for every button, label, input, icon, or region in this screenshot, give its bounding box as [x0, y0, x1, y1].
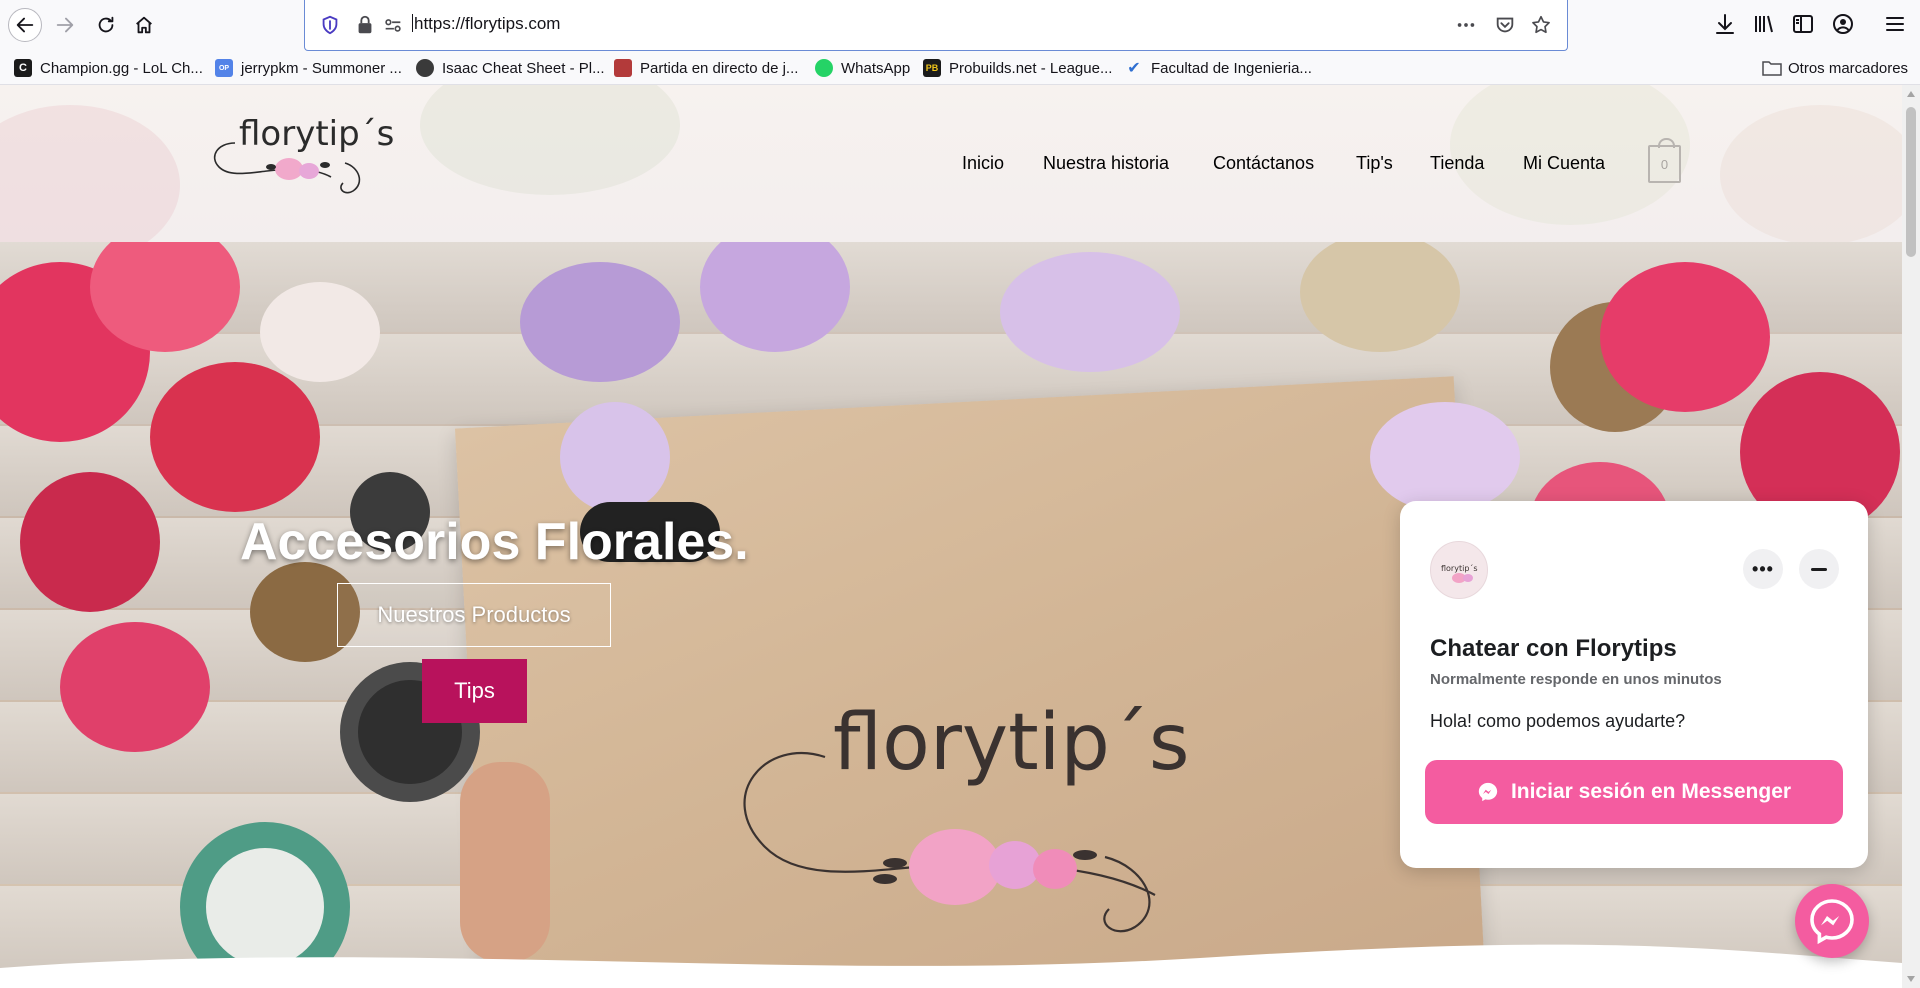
- tulip-decoration: [1000, 252, 1180, 372]
- other-bookmarks[interactable]: Otros marcadores: [1762, 57, 1908, 79]
- header-flower-decoration: [0, 105, 180, 242]
- pocket-icon[interactable]: [1494, 14, 1516, 36]
- download-icon[interactable]: [1713, 12, 1739, 38]
- reload-icon: [98, 16, 114, 33]
- reload-button[interactable]: [89, 8, 123, 42]
- site-logo[interactable]: florytip´s: [205, 101, 395, 211]
- svg-text:florytip´s: florytip´s: [833, 698, 1189, 788]
- more-dots-icon: •••: [1752, 558, 1774, 579]
- messenger-login-label: Iniciar sesión en Messenger: [1510, 780, 1792, 803]
- chat-title: Chatear con Florytips: [1430, 635, 1677, 662]
- tulip-decoration: [520, 262, 680, 382]
- page-scrollbar[interactable]: [1902, 85, 1920, 988]
- nav-inicio[interactable]: Inicio: [962, 153, 1004, 174]
- bookmark-label: Isaac Cheat Sheet - Pl...: [442, 59, 605, 77]
- header-leaf-decoration: [420, 85, 680, 195]
- products-button[interactable]: Nuestros Productos: [337, 583, 611, 647]
- nav-nuestra-historia[interactable]: Nuestra historia: [1043, 153, 1169, 174]
- chat-subtitle: Normalmente responde en unos minutos: [1430, 671, 1722, 688]
- nav-contactanos[interactable]: Contáctanos: [1213, 153, 1314, 174]
- permissions-icon[interactable]: [382, 14, 404, 36]
- bookmark-item[interactable]: Partida en directo de j...: [614, 57, 798, 79]
- cart-count: 0: [1660, 156, 1669, 172]
- bookmarks-bar: C Champion.gg - LoL Ch... OP jerrypkm - …: [0, 51, 1920, 85]
- url-bar[interactable]: https://florytips.com: [304, 0, 1568, 51]
- bookmark-label: jerrypkm - Summoner ...: [241, 59, 402, 77]
- tulip-decoration: [150, 362, 320, 512]
- library-icon[interactable]: [1752, 12, 1778, 38]
- bookmark-item[interactable]: Isaac Cheat Sheet - Pl...: [416, 57, 605, 79]
- opgg-icon: OP: [215, 59, 233, 77]
- other-bookmarks-label: Otros marcadores: [1788, 59, 1909, 77]
- arrow-left-icon: [16, 17, 34, 33]
- home-icon: [136, 16, 152, 34]
- lock-icon[interactable]: [354, 14, 376, 36]
- messenger-icon: [1810, 899, 1854, 945]
- url-text[interactable]: https://florytips.com: [412, 14, 560, 34]
- scroll-up-arrow-icon[interactable]: [1907, 91, 1915, 97]
- facultad-icon: ✔: [1127, 60, 1141, 77]
- hero-center-logo: florytip´s: [725, 697, 1245, 937]
- chat-avatar: florytip´s: [1430, 541, 1488, 599]
- tulip-decoration: [60, 622, 210, 752]
- folder-icon: [1762, 61, 1782, 76]
- account-icon[interactable]: [1831, 12, 1857, 38]
- chat-minimize-button[interactable]: [1799, 549, 1839, 589]
- tips-button[interactable]: Tips: [422, 659, 527, 723]
- isaac-icon: [416, 59, 434, 77]
- tracking-shield-icon[interactable]: [319, 14, 341, 36]
- bookmark-label: Partida en directo de j...: [640, 59, 799, 77]
- champion-gg-icon: C: [14, 59, 32, 77]
- bookmark-label: Facultad de Ingenieria...: [1151, 59, 1312, 77]
- sidebar-icon[interactable]: [1791, 12, 1817, 38]
- bookmark-item[interactable]: OP jerrypkm - Summoner ...: [215, 57, 402, 79]
- messenger-login-button[interactable]: Iniciar sesión en Messenger: [1425, 760, 1843, 824]
- tulip-decoration: [260, 282, 380, 382]
- browser-toolbar: https://florytips.com: [0, 0, 1920, 51]
- forward-button[interactable]: [48, 8, 82, 42]
- svg-text:florytip´s: florytip´s: [1441, 563, 1478, 573]
- minimize-icon: [1811, 567, 1827, 571]
- wave-divider: [0, 944, 1902, 988]
- bookmark-item[interactable]: ✔ Facultad de Ingenieria...: [1125, 57, 1312, 79]
- cart-button[interactable]: 0: [1648, 138, 1681, 183]
- home-button[interactable]: [127, 8, 161, 42]
- hero-title: Accesorios Florales.: [240, 513, 749, 571]
- probuilds-icon: PB: [923, 59, 941, 77]
- bookmark-item[interactable]: PB Probuilds.net - League...: [923, 57, 1112, 79]
- scroll-thumb[interactable]: [1906, 107, 1916, 257]
- nav-tienda[interactable]: Tienda: [1430, 153, 1484, 174]
- header-flower-decoration: [1720, 105, 1902, 242]
- svg-text:florytip´s: florytip´s: [239, 114, 394, 154]
- site-header: florytip´s Inicio Nuestra historia Contá…: [0, 85, 1902, 242]
- hamburger-menu-icon[interactable]: [1883, 12, 1909, 38]
- bookmark-star-icon[interactable]: [1530, 14, 1552, 36]
- chat-greeting: Hola! como podemos ayudarte?: [1430, 711, 1686, 731]
- bookmark-label: WhatsApp: [841, 59, 911, 77]
- page-actions-icon[interactable]: [1455, 14, 1477, 36]
- bookmark-item[interactable]: C Champion.gg - LoL Ch...: [14, 57, 203, 79]
- nav-mi-cuenta[interactable]: Mi Cuenta: [1523, 153, 1605, 174]
- chat-options-button[interactable]: •••: [1743, 549, 1783, 589]
- messenger-icon: [1478, 782, 1498, 802]
- tulip-decoration: [1600, 262, 1770, 412]
- back-button[interactable]: [8, 8, 42, 42]
- arrow-right-icon: [56, 17, 74, 33]
- nav-tips[interactable]: Tip's: [1356, 153, 1393, 174]
- scroll-down-arrow-icon[interactable]: [1907, 976, 1915, 982]
- tulip-decoration: [20, 472, 160, 612]
- bookmark-label: Probuilds.net - League...: [949, 59, 1113, 77]
- messenger-chat-card: florytip´s ••• Chatear con Florytips Nor…: [1400, 501, 1868, 868]
- messenger-fab-button[interactable]: [1795, 884, 1869, 958]
- tulip-decoration: [560, 402, 670, 512]
- whatsapp-icon: [815, 59, 833, 77]
- tulip-decoration: [1370, 402, 1520, 512]
- partida-icon: [614, 59, 632, 77]
- page-viewport: florytip´s Inicio Nuestra historia Contá…: [0, 85, 1902, 988]
- bookmark-label: Champion.gg - LoL Ch...: [40, 59, 203, 77]
- bookmark-item[interactable]: WhatsApp: [815, 57, 910, 79]
